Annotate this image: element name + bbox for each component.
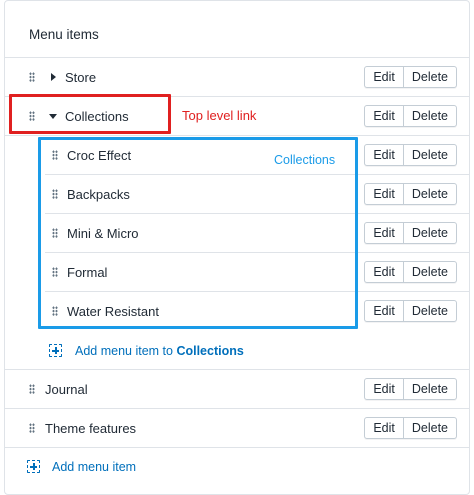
top-level-link-annotation: Top level link: [182, 108, 257, 123]
delete-button[interactable]: Delete: [402, 379, 456, 399]
item-actions: Edit Delete: [364, 300, 457, 322]
delete-button[interactable]: Delete: [402, 223, 456, 243]
edit-button[interactable]: Edit: [365, 418, 403, 438]
add-link-prefix: Add menu item to: [75, 344, 177, 358]
delete-button[interactable]: Delete: [402, 418, 456, 438]
delete-button[interactable]: Delete: [402, 106, 456, 126]
delete-button[interactable]: Delete: [402, 184, 456, 204]
edit-button[interactable]: Edit: [365, 106, 403, 126]
menu-item-label: Journal: [45, 382, 88, 397]
delete-button[interactable]: Delete: [402, 145, 456, 165]
add-link-target: Collections: [176, 344, 244, 358]
delete-button[interactable]: Delete: [402, 262, 456, 282]
add-menu-item-to-collections-link[interactable]: Add menu item to Collections: [75, 344, 244, 358]
drag-handle-icon[interactable]: [29, 423, 35, 433]
edit-button[interactable]: Edit: [365, 262, 403, 282]
item-actions: Edit Delete: [364, 66, 457, 88]
card-title: Menu items: [29, 27, 99, 42]
add-menu-item-link[interactable]: Add menu item: [52, 460, 136, 474]
collections-annotation: Collections: [274, 153, 336, 167]
add-item-icon[interactable]: [49, 344, 62, 357]
menu-item-store: Store Edit Delete: [5, 58, 469, 97]
edit-button[interactable]: Edit: [365, 379, 403, 399]
caret-right-icon[interactable]: [51, 73, 56, 81]
edit-button[interactable]: Edit: [365, 145, 403, 165]
menu-item-journal: Journal Edit Delete: [5, 370, 469, 409]
drag-handle-icon[interactable]: [29, 72, 35, 82]
edit-button[interactable]: Edit: [365, 223, 403, 243]
item-actions: Edit Delete: [364, 222, 457, 244]
menu-item-label: Store: [65, 70, 97, 85]
edit-button[interactable]: Edit: [365, 184, 403, 204]
delete-button[interactable]: Delete: [402, 67, 456, 87]
item-actions: Edit Delete: [364, 183, 457, 205]
add-item-icon[interactable]: [27, 460, 40, 473]
item-actions: Edit Delete: [364, 144, 457, 166]
item-actions: Edit Delete: [364, 261, 457, 283]
edit-button[interactable]: Edit: [365, 67, 403, 87]
delete-button[interactable]: Delete: [402, 301, 456, 321]
item-actions: Edit Delete: [364, 105, 457, 127]
item-actions: Edit Delete: [364, 417, 457, 439]
item-actions: Edit Delete: [364, 378, 457, 400]
top-level-link-highlight: [9, 94, 171, 134]
edit-button[interactable]: Edit: [365, 301, 403, 321]
drag-handle-icon[interactable]: [29, 384, 35, 394]
divider: [5, 447, 469, 448]
menu-item-label: Theme features: [45, 421, 137, 436]
menu-item-theme-features: Theme features Edit Delete: [5, 409, 469, 448]
